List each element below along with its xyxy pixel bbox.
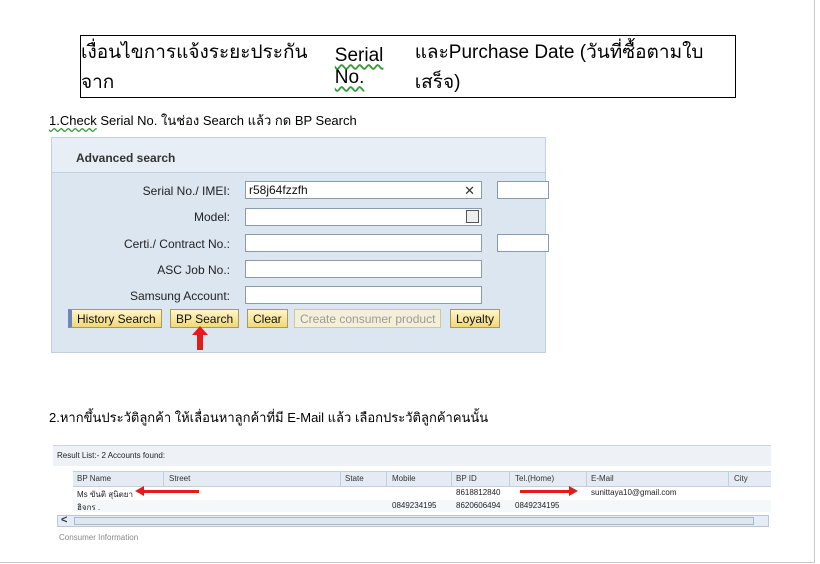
result-list-panel: Result List:- 2 Accounts found: BP Name … xyxy=(53,445,771,542)
step-1-text: Serial No. ในช่อง Search แล้ว กด BP Sear… xyxy=(96,113,357,128)
contract-extra-input[interactable] xyxy=(497,234,549,252)
col-city[interactable]: City xyxy=(734,474,748,483)
table-row[interactable]: ฮิจกร . 0849234195 8620606494 0849234195 xyxy=(73,500,771,512)
loyalty-button[interactable]: Loyalty xyxy=(450,309,501,328)
step-1-check: 1.Check xyxy=(49,113,97,128)
cell-tel-home: 0849234195 xyxy=(515,501,560,510)
serial-input[interactable]: r58j64fzzfh ✕ xyxy=(245,181,482,199)
col-divider xyxy=(728,472,729,486)
cell-bp-id: 8618812840 xyxy=(456,488,501,497)
serial-label: Serial No./ IMEI: xyxy=(142,184,230,198)
page-title: เงื่อนไขการแจ้งระยะประกัน จาก Serial No.… xyxy=(80,35,736,98)
advanced-search-panel: Advanced search Serial No./ IMEI: r58j64… xyxy=(51,137,549,353)
consumer-information-heading: Consumer Information xyxy=(59,533,139,542)
create-consumer-product-button: Create consumer product xyxy=(294,309,442,328)
col-divider xyxy=(386,472,387,486)
cell-mobile: 0849234195 xyxy=(392,501,437,510)
red-arrow-up-icon xyxy=(192,326,208,350)
title-suffix: และPurchase Date (วันที่ซื้อตามใบเสร็จ) xyxy=(414,41,704,93)
col-tel-home[interactable]: Tel.(Home) xyxy=(515,474,554,483)
col-bp-id[interactable]: BP ID xyxy=(456,474,477,483)
history-search-button[interactable]: History Search xyxy=(68,309,162,328)
title-prefix: เงื่อนไขการแจ้งระยะประกัน จาก xyxy=(81,41,308,93)
col-divider xyxy=(586,472,587,486)
advanced-search-title: Advanced search xyxy=(76,151,176,165)
samsung-account-label: Samsung Account: xyxy=(129,289,230,303)
title-serial: Serial No. xyxy=(334,44,384,88)
col-bp-name[interactable]: BP Name xyxy=(77,474,111,483)
asc-job-input[interactable] xyxy=(245,260,482,278)
serial-value: r58j64fzzfh xyxy=(249,183,308,197)
col-divider xyxy=(340,472,341,486)
asc-job-label: ASC Job No.: xyxy=(157,263,230,277)
col-divider xyxy=(509,472,510,486)
col-mobile[interactable]: Mobile xyxy=(392,474,416,483)
result-count: Result List:- 2 Accounts found: xyxy=(57,451,166,460)
scrollbar-thumb[interactable] xyxy=(74,517,754,525)
col-divider xyxy=(451,472,452,486)
result-list-header: Result List:- 2 Accounts found: xyxy=(53,446,771,466)
value-help-icon[interactable] xyxy=(466,210,479,223)
red-arrow-left-icon xyxy=(135,486,199,496)
col-divider xyxy=(163,472,164,486)
result-grid-header: BP Name Street State Mobile BP ID Tel.(H… xyxy=(73,471,771,487)
cell-bp-id: 8620606494 xyxy=(456,501,501,510)
contract-label: Certi./ Contract No.: xyxy=(123,237,230,251)
horizontal-scrollbar[interactable]: < xyxy=(57,514,769,527)
serial-extra-input[interactable] xyxy=(497,181,549,199)
cell-bp-name[interactable]: ฮิจกร . xyxy=(77,501,100,514)
contract-input[interactable] xyxy=(245,234,482,252)
cell-email: sunittaya10@gmail.com xyxy=(591,488,677,497)
red-arrow-right-icon xyxy=(520,486,578,496)
col-street[interactable]: Street xyxy=(169,474,190,483)
advanced-search-header: Advanced search xyxy=(52,138,545,173)
samsung-account-input[interactable] xyxy=(245,286,482,304)
step-2-instruction: 2.หากขึ้นประวัติลูกค้า ให้เลื่อนหาลูกค้า… xyxy=(49,410,489,425)
clear-button[interactable]: Clear xyxy=(247,309,288,328)
step-1-instruction: 1.Check Serial No. ในช่อง Search แล้ว กด… xyxy=(49,110,357,131)
table-row[interactable]: Ms ขันติ สุนิตยา 8618812840 sunittaya10@… xyxy=(73,487,771,499)
scroll-left-icon[interactable]: < xyxy=(61,514,67,526)
col-email[interactable]: E-Mail xyxy=(591,474,614,483)
model-label: Model: xyxy=(193,210,230,224)
model-input[interactable] xyxy=(245,208,482,226)
clear-icon[interactable]: ✕ xyxy=(464,183,475,199)
col-state[interactable]: State xyxy=(345,474,364,483)
